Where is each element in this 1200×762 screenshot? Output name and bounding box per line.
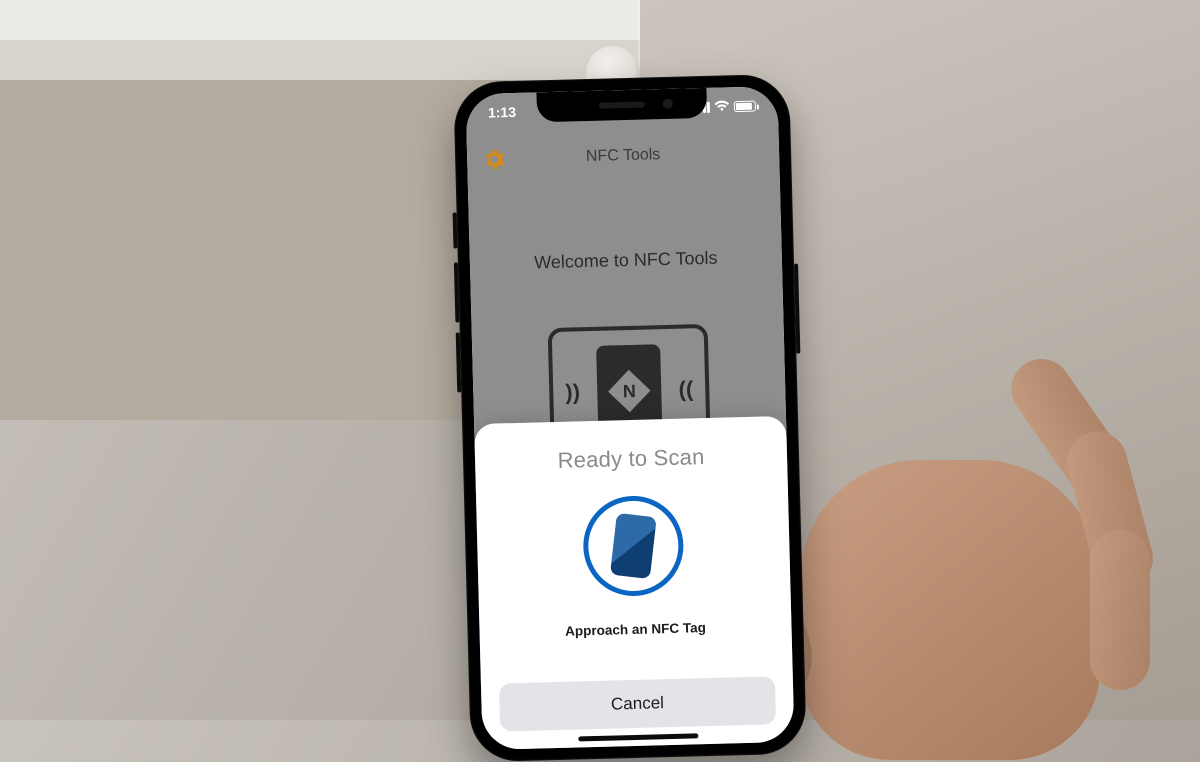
nfc-wave-left-icon: )) bbox=[565, 379, 580, 405]
phone-screen: 1:13 NFC Tools Welcome to NFC Tools )) N bbox=[465, 86, 794, 750]
scan-phone-icon bbox=[582, 495, 685, 598]
scan-sheet-message: Approach an NFC Tag bbox=[565, 620, 706, 639]
nfc-wave-right-icon: (( bbox=[678, 376, 693, 402]
nav-title: NFC Tools bbox=[586, 146, 661, 166]
notch bbox=[536, 88, 707, 122]
battery-icon bbox=[734, 100, 756, 112]
gear-icon[interactable] bbox=[481, 146, 508, 173]
iphone-device: 1:13 NFC Tools Welcome to NFC Tools )) N bbox=[453, 74, 807, 762]
status-time: 1:13 bbox=[488, 104, 516, 121]
scan-sheet-title: Ready to Scan bbox=[557, 444, 705, 474]
nav-bar: NFC Tools bbox=[467, 130, 780, 182]
wifi-icon bbox=[714, 99, 730, 114]
cancel-button[interactable]: Cancel bbox=[499, 676, 776, 731]
scan-sheet: Ready to Scan Approach an NFC Tag Cancel bbox=[474, 416, 794, 750]
